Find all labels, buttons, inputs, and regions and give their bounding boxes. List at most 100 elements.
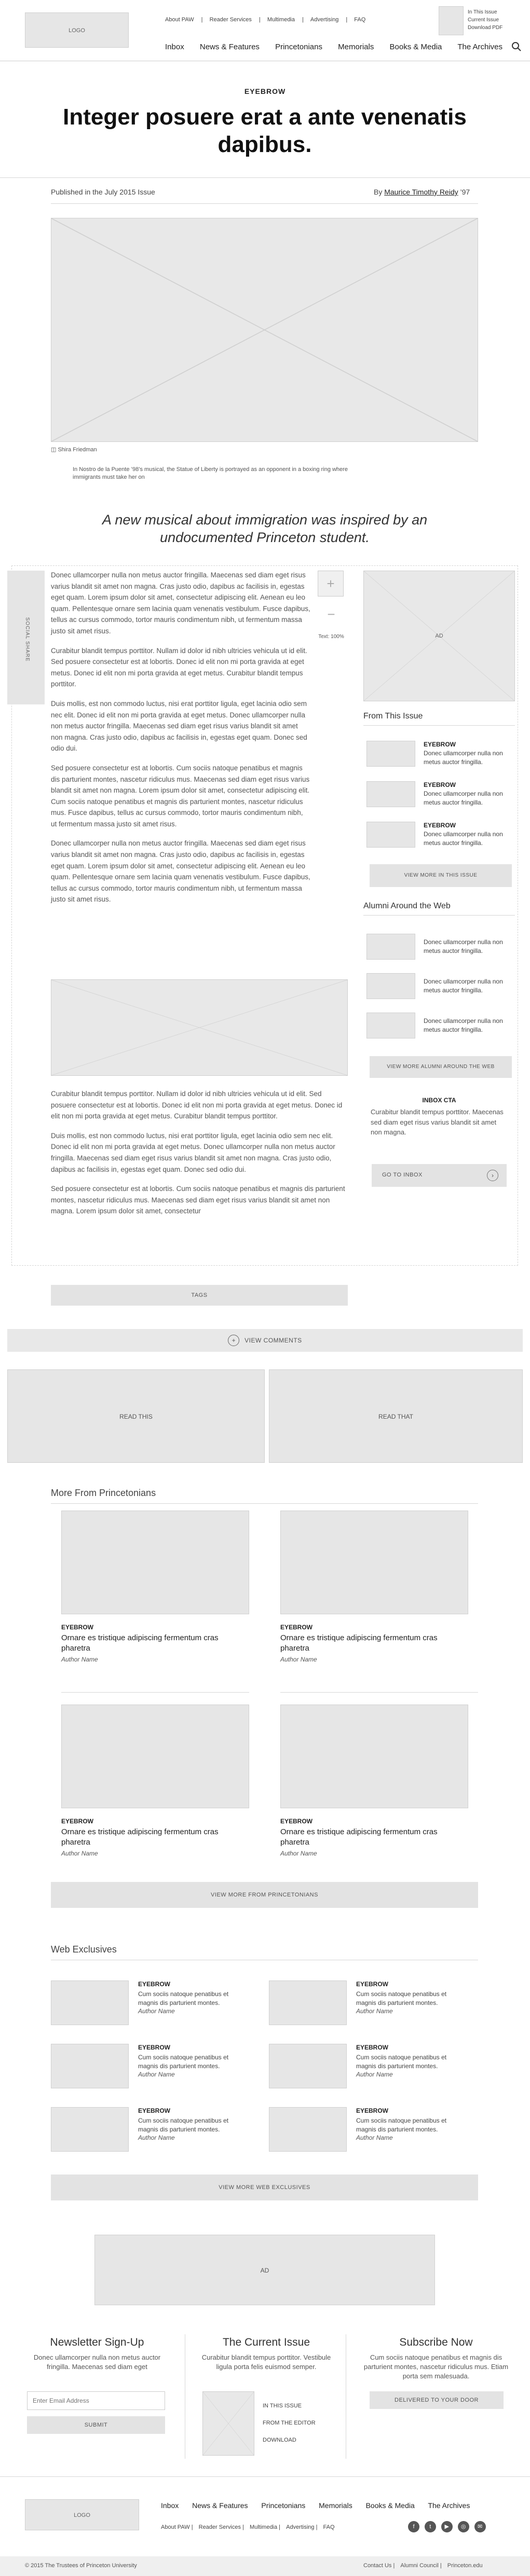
web-exclusive-item[interactable]: EYEBROW Cum sociis natoque penatibus et … bbox=[269, 1981, 477, 2027]
paragraph: Curabitur blandit tempus porttitor. Null… bbox=[51, 646, 307, 688]
link-in-this-issue[interactable]: IN THIS ISSUE bbox=[263, 2398, 316, 2415]
inbox-cta-text: Curabitur blandit tempus porttitor. Maec… bbox=[371, 1108, 504, 1136]
princetonian-card[interactable]: EYEBROW Ornare es tristique adipiscing f… bbox=[51, 1511, 249, 1687]
text-decrease-button[interactable]: − bbox=[326, 602, 336, 628]
issue-promo-current[interactable]: Current Issue bbox=[468, 16, 502, 24]
footer-contact-link[interactable]: Contact Us bbox=[363, 2563, 391, 2569]
footer-nav-news-features[interactable]: News & Features bbox=[192, 2501, 248, 2510]
from-issue-title: From This Issue bbox=[363, 712, 423, 721]
alumni-item[interactable]: Donec ullamcorper nulla non metus auctor… bbox=[363, 1010, 515, 1042]
facebook-icon[interactable]: f bbox=[408, 2521, 419, 2532]
top-link-about[interactable]: About PAW bbox=[165, 17, 194, 23]
item-text: Cum sociis natoque penatibus et magnis d… bbox=[138, 2054, 229, 2070]
footer-nav-inbox[interactable]: Inbox bbox=[161, 2501, 179, 2510]
web-exclusive-item[interactable]: EYEBROW Cum sociis natoque penatibus et … bbox=[51, 2107, 259, 2154]
footer-link-multimedia[interactable]: Multimedia bbox=[250, 2524, 277, 2530]
web-exclusive-item[interactable]: EYEBROW Cum sociis natoque penatibus et … bbox=[269, 2107, 477, 2154]
web-exclusive-item[interactable]: EYEBROW Cum sociis natoque penatibus et … bbox=[269, 2044, 477, 2090]
subscribe-title: Subscribe Now bbox=[399, 2336, 473, 2348]
paragraph: Donec ullamcorper nulla non metus auctor… bbox=[51, 839, 310, 904]
item-eyebrow: EYEBROW bbox=[138, 2044, 171, 2051]
submit-button[interactable]: SUBMIT bbox=[27, 2416, 165, 2434]
top-link-multimedia[interactable]: Multimedia bbox=[267, 17, 295, 23]
nav-books-media[interactable]: Books & Media bbox=[390, 43, 442, 51]
twitter-icon[interactable]: t bbox=[424, 2521, 436, 2532]
nav-news-features[interactable]: News & Features bbox=[200, 43, 260, 51]
nav-inbox[interactable]: Inbox bbox=[165, 43, 184, 51]
item-author: Author Name bbox=[138, 2134, 175, 2141]
footer-princeton-edu-link[interactable]: Princeton.edu bbox=[447, 2563, 483, 2569]
princetonian-card[interactable]: EYEBROW Ornare es tristique adipiscing f… bbox=[269, 1705, 477, 1881]
instagram-icon[interactable]: ◎ bbox=[457, 2521, 469, 2532]
item-text: Cum sociis natoque penatibus et magnis d… bbox=[356, 2117, 447, 2133]
email-field[interactable] bbox=[27, 2391, 165, 2410]
tags-bar[interactable]: TAGS bbox=[51, 1285, 348, 1306]
footer-nav-books-media[interactable]: Books & Media bbox=[366, 2501, 415, 2510]
youtube-icon[interactable]: ▶ bbox=[441, 2521, 453, 2532]
author-link[interactable]: Maurice Timothy Reidy bbox=[384, 188, 458, 196]
view-more-princetonians-button[interactable]: VIEW MORE FROM PRINCETONIANS bbox=[51, 1882, 478, 1908]
footer-nav-princetonians[interactable]: Princetonians bbox=[261, 2501, 305, 2510]
search-icon[interactable] bbox=[511, 41, 522, 52]
text-increase-button[interactable]: + bbox=[318, 571, 344, 597]
from-issue-item[interactable]: EYEBROW Donec ullamcorper nulla non metu… bbox=[363, 820, 515, 851]
item-eyebrow: EYEBROW bbox=[424, 822, 456, 829]
current-issue-title: The Current Issue bbox=[222, 2336, 310, 2348]
footer-nav-archives[interactable]: The Archives bbox=[428, 2501, 470, 2510]
nav-archives[interactable]: The Archives bbox=[457, 43, 502, 51]
inbox-cta: INBOX CTA Curabitur blandit tempus portt… bbox=[363, 1095, 515, 1198]
item-text: Cum sociis natoque penatibus et magnis d… bbox=[138, 1990, 229, 2006]
bottom-ad[interactable]: AD bbox=[94, 2235, 435, 2305]
email-icon[interactable]: ✉ bbox=[474, 2521, 486, 2532]
thumbnail bbox=[269, 1981, 347, 2025]
footer-nav-memorials[interactable]: Memorials bbox=[319, 2501, 352, 2510]
alumni-item[interactable]: Donec ullamcorper nulla non metus auctor… bbox=[363, 932, 515, 963]
issue-promo-in-this-issue[interactable]: In This Issue bbox=[468, 8, 502, 16]
from-issue-item[interactable]: EYEBROW Donec ullamcorper nulla non metu… bbox=[363, 779, 515, 810]
web-exclusive-item[interactable]: EYEBROW Cum sociis natoque penatibus et … bbox=[51, 1981, 259, 2027]
footer-link-about[interactable]: About PAW bbox=[161, 2524, 190, 2530]
footer-link-advertising[interactable]: Advertising bbox=[286, 2524, 314, 2530]
footer-link-reader-services[interactable]: Reader Services bbox=[199, 2524, 241, 2530]
site-header: LOGO About PAW | Reader Services | Multime… bbox=[0, 0, 530, 61]
from-issue-item[interactable]: EYEBROW Donec ullamcorper nulla non metu… bbox=[363, 739, 515, 770]
nav-memorials[interactable]: Memorials bbox=[338, 43, 374, 51]
subscribe-button[interactable]: DELIVERED TO YOUR DOOR bbox=[370, 2391, 504, 2409]
princetonian-card[interactable]: EYEBROW Ornare es tristique adipiscing f… bbox=[269, 1511, 477, 1687]
issue-cover-image[interactable] bbox=[202, 2391, 254, 2456]
read-that-box[interactable]: READ THAT bbox=[269, 1369, 523, 1463]
view-more-issue-button[interactable]: VIEW MORE IN THIS ISSUE bbox=[370, 864, 512, 887]
princetonian-card[interactable]: EYEBROW Ornare es tristique adipiscing f… bbox=[51, 1705, 249, 1881]
social-share-bar[interactable]: SOCIAL SHARE bbox=[7, 571, 45, 704]
read-this-box[interactable]: READ THIS bbox=[7, 1369, 265, 1463]
nav-princetonians[interactable]: Princetonians bbox=[275, 43, 322, 51]
top-link-reader-services[interactable]: Reader Services bbox=[210, 17, 252, 23]
issue-promo[interactable]: In This Issue Current Issue Download PDF bbox=[439, 5, 522, 36]
link-download[interactable]: DOWNLOAD bbox=[263, 2432, 316, 2449]
card-image bbox=[280, 1511, 468, 1614]
top-link-advertising[interactable]: Advertising bbox=[310, 17, 338, 23]
item-text: Donec ullamcorper nulla non metus auctor… bbox=[424, 1017, 503, 1033]
photo-credit: ◫ Shira Friedman bbox=[51, 447, 97, 453]
card-title: Ornare es tristique adipiscing fermentum… bbox=[61, 1633, 219, 1653]
footer-alumni-council-link[interactable]: Alumni Council bbox=[400, 2563, 438, 2569]
issue-promo-pdf[interactable]: Download PDF bbox=[468, 24, 502, 32]
top-link-faq[interactable]: FAQ bbox=[354, 17, 365, 23]
item-eyebrow: EYEBROW bbox=[424, 781, 456, 788]
footer-logo[interactable]: LOGO bbox=[25, 2499, 139, 2530]
item-author: Author Name bbox=[356, 2071, 393, 2078]
alumni-item[interactable]: Donec ullamcorper nulla non metus auctor… bbox=[363, 971, 515, 1002]
view-comments-button[interactable]: + VIEW COMMENTS bbox=[7, 1329, 523, 1352]
item-text: Donec ullamcorper nulla non metus auctor… bbox=[424, 790, 503, 806]
footer-link-faq[interactable]: FAQ bbox=[323, 2524, 335, 2530]
camera-icon: ◫ bbox=[51, 447, 57, 453]
link-from-the-editor[interactable]: FROM THE EDITOR bbox=[263, 2415, 316, 2432]
go-to-inbox-button[interactable]: GO TO INBOX › bbox=[372, 1164, 507, 1187]
view-more-web-exclusives-button[interactable]: VIEW MORE WEB EXCLUSIVES bbox=[51, 2175, 478, 2200]
item-text: Cum sociis natoque penatibus et magnis d… bbox=[138, 2117, 229, 2133]
web-exclusive-item[interactable]: EYEBROW Cum sociis natoque penatibus et … bbox=[51, 2044, 259, 2090]
view-more-alumni-button[interactable]: VIEW MORE ALUMNI AROUND THE WEB bbox=[370, 1056, 512, 1078]
logo[interactable]: LOGO bbox=[25, 12, 129, 48]
card-author: Author Name bbox=[280, 1656, 317, 1663]
sidebar-ad[interactable]: AD bbox=[363, 571, 515, 701]
